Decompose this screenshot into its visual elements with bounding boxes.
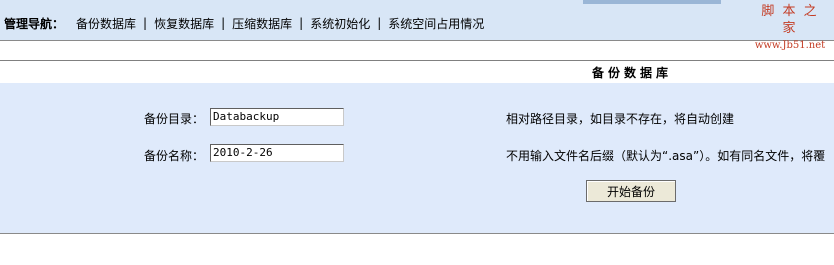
watermark-title: 脚 本 之 家 (761, 4, 819, 36)
nav-link-system-init[interactable]: 系统初始化 (310, 15, 370, 32)
nav-link-compact-database[interactable]: 压缩数据库 (232, 15, 292, 32)
nav-separator: | (221, 16, 226, 30)
backup-directory-input[interactable] (210, 108, 344, 126)
section-divider (0, 60, 834, 61)
admin-navigation: 管理导航： 备份数据库 | 恢复数据库 | 压缩数据库 | 系统初始化 | 系统… (4, 15, 484, 31)
backup-directory-hint: 相对路径目录，如目录不存在，将自动创建 (506, 112, 735, 126)
backup-directory-label: 备份目录： (144, 112, 205, 126)
backup-form-panel: 备份目录： 相对路径目录，如目录不存在，将自动创建 备份名称： 不用输入文件名后… (0, 83, 834, 234)
nav-link-restore-database[interactable]: 恢复数据库 (154, 15, 214, 32)
nav-separator: | (299, 16, 304, 30)
start-backup-button[interactable]: 开始备份 (586, 180, 676, 202)
backup-name-input[interactable] (210, 144, 344, 162)
nav-title: 管理导航： (4, 16, 65, 31)
nav-separator: | (143, 16, 148, 30)
site-watermark: 脚 本 之 家 www.Jb51.net (752, 3, 828, 54)
nav-link-backup-database[interactable]: 备份数据库 (76, 15, 136, 32)
backup-name-hint: 不用输入文件名后缀（默认为“.asa”）。如有同名文件，将覆 (506, 149, 826, 163)
nav-link-space-usage[interactable]: 系统空间占用情况 (388, 15, 484, 32)
backup-name-label: 备份名称： (144, 149, 205, 163)
page-title: 备份数据库 (591, 66, 672, 80)
watermark-url: www.Jb51.net (754, 40, 826, 51)
topbar-highlight-strip (583, 0, 721, 4)
nav-separator: | (377, 16, 382, 30)
top-navigation-bar: 管理导航： 备份数据库 | 恢复数据库 | 压缩数据库 | 系统初始化 | 系统… (0, 0, 834, 51)
